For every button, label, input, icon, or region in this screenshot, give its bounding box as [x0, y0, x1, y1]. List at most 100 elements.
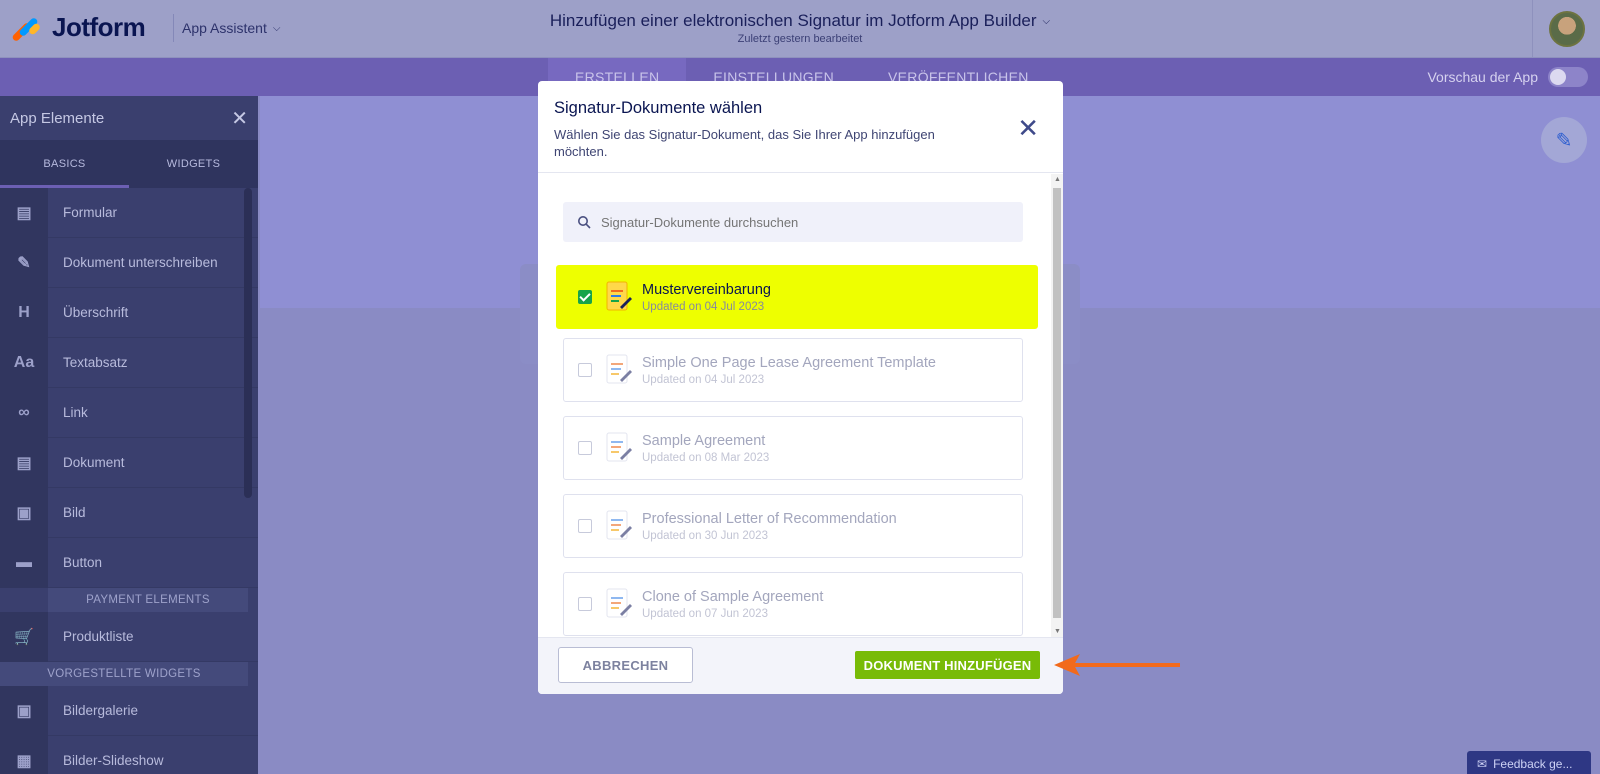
- sidebar-item-label: Textabsatz: [63, 355, 128, 370]
- button-icon: ▬: [0, 537, 48, 588]
- cart-icon: 🛒: [0, 611, 48, 662]
- add-document-button[interactable]: DOKUMENT HINZUFÜGEN: [855, 651, 1040, 679]
- app-title-text: Hinzufügen einer elektronischen Signatur…: [549, 11, 1037, 30]
- document-checkbox[interactable]: [578, 519, 592, 533]
- scrollbar-thumb[interactable]: [1053, 188, 1061, 618]
- app-title[interactable]: Hinzufügen einer elektronischen Signatur…: [550, 11, 1050, 31]
- sidebar-item-dokument-unterschreiben[interactable]: ✎ Dokument unterschreiben: [0, 237, 258, 288]
- document-checkbox[interactable]: [578, 290, 592, 304]
- preview-label: Vorschau der App: [1427, 69, 1538, 85]
- image-icon: ▣: [0, 487, 48, 538]
- document-checkbox[interactable]: [578, 597, 592, 611]
- signature-document-icon: [606, 588, 632, 618]
- sidebar-item-bildergalerie[interactable]: ▣ Bildergalerie: [0, 685, 258, 736]
- app-elements-sidebar: App Elemente ✕ BASICS WIDGETS ▤ Formular…: [0, 96, 258, 774]
- signature-document-icon: [606, 432, 632, 462]
- sidebar-item-link[interactable]: ∞ Link: [0, 387, 258, 438]
- sidebar-item-label: Button: [63, 555, 103, 570]
- modal-description: Wählen Sie das Signatur-Dokument, das Si…: [554, 127, 935, 159]
- document-item[interactable]: Simple One Page Lease Agreement Template…: [563, 338, 1023, 402]
- document-checkbox[interactable]: [578, 363, 592, 377]
- jotform-logo-icon: [11, 15, 42, 42]
- app-preview-control: Vorschau der App: [1427, 67, 1588, 87]
- preview-toggle[interactable]: [1548, 67, 1588, 87]
- search-icon: [578, 216, 591, 229]
- search-input[interactable]: [601, 214, 1001, 230]
- chevron-down-icon: ⌵: [1042, 15, 1051, 27]
- sidebar-item-button[interactable]: ▬ Button: [0, 537, 258, 588]
- cancel-button[interactable]: ABBRECHEN: [558, 647, 693, 683]
- signature-document-icon: [606, 510, 632, 540]
- jotform-logo[interactable]: Jotform: [11, 12, 146, 43]
- document-name: Clone of Sample Agreement: [642, 588, 824, 605]
- sidebar-item-bild[interactable]: ▣ Bild: [0, 487, 258, 538]
- app-assistant-dropdown[interactable]: App Assistent ⌵: [173, 14, 288, 42]
- feedback-icon: ✉: [1477, 757, 1488, 771]
- paragraph-icon: Aa: [0, 337, 48, 388]
- sidebar-scrollbar[interactable]: [244, 188, 252, 498]
- document-icon: ▤: [0, 437, 48, 488]
- annotation-arrow-icon: [1054, 654, 1180, 676]
- select-signature-documents-modal: Signatur-Dokumente wählen Wählen Sie das…: [538, 81, 1063, 694]
- app-designer-button[interactable]: ✎: [1541, 117, 1587, 163]
- chevron-down-icon: ⌵: [272, 22, 281, 34]
- top-bar: Jotform App Assistent ⌵ Hinzufügen einer…: [0, 0, 1600, 58]
- document-name: Mustervereinbarung: [642, 281, 771, 298]
- sidebar-title: App Elemente: [10, 109, 105, 127]
- slideshow-icon: ▦: [0, 735, 48, 774]
- feedback-label: Feedback ge...: [1493, 757, 1573, 771]
- paint-roller-icon: ✎: [1555, 129, 1573, 152]
- sidebar-item-dokument[interactable]: ▤ Dokument: [0, 437, 258, 488]
- document-item[interactable]: Mustervereinbarung Updated on 04 Jul 202…: [556, 265, 1038, 329]
- sidebar-item-label: Bilder-Slideshow: [63, 753, 164, 768]
- close-icon[interactable]: ✕: [1017, 115, 1039, 141]
- section-payment-elements: PAYMENT ELEMENTS: [48, 588, 248, 612]
- form-icon: ▤: [0, 187, 48, 238]
- document-item[interactable]: Clone of Sample Agreement Updated on 07 …: [563, 572, 1023, 636]
- heading-icon: H: [0, 287, 48, 338]
- document-item[interactable]: Sample Agreement Updated on 08 Mar 2023: [563, 416, 1023, 480]
- document-checkbox[interactable]: [578, 441, 592, 455]
- document-date: Updated on 08 Mar 2023: [642, 451, 770, 464]
- sidebar-item-label: Dokument: [63, 455, 125, 470]
- modal-title: Signatur-Dokumente wählen: [554, 99, 763, 117]
- sidebar-item-bilder-slideshow[interactable]: ▦ Bilder-Slideshow: [0, 735, 258, 774]
- sidebar-item-label: Link: [63, 405, 88, 420]
- app-assistant-label: App Assistent: [182, 20, 267, 36]
- avatar-container[interactable]: [1532, 0, 1600, 58]
- document-name: Simple One Page Lease Agreement Template: [642, 354, 936, 371]
- sidebar-item-label: Produktliste: [63, 629, 134, 644]
- sidebar-item-ueberschrift[interactable]: H Überschrift: [0, 287, 258, 338]
- document-date: Updated on 04 Jul 2023: [642, 373, 765, 386]
- logo-text: Jotform: [52, 12, 146, 42]
- signature-document-icon: [606, 281, 632, 311]
- modal-scrollbar[interactable]: ▲ ▼: [1051, 174, 1063, 637]
- document-name: Sample Agreement: [642, 432, 766, 449]
- close-icon[interactable]: ✕: [231, 106, 248, 131]
- sidebar-item-produktliste[interactable]: 🛒 Produktliste: [0, 611, 258, 662]
- tab-widgets[interactable]: WIDGETS: [129, 140, 258, 188]
- tab-basics[interactable]: BASICS: [0, 140, 129, 188]
- modal-footer: ABBRECHEN DOKUMENT HINZUFÜGEN: [538, 637, 1063, 694]
- document-date: Updated on 30 Jun 2023: [642, 529, 768, 542]
- document-item[interactable]: Professional Letter of Recommendation Up…: [563, 494, 1023, 558]
- scroll-up-icon[interactable]: ▲: [1054, 176, 1061, 183]
- search-field[interactable]: [563, 202, 1023, 242]
- sidebar-item-label: Dokument unterschreiben: [63, 255, 218, 270]
- sign-document-icon: ✎: [0, 237, 48, 288]
- avatar[interactable]: [1548, 11, 1585, 47]
- sidebar-item-label: Bild: [63, 505, 86, 520]
- link-icon: ∞: [0, 387, 48, 438]
- section-featured-widgets: VORGESTELLTE WIDGETS: [0, 662, 248, 686]
- document-name: Professional Letter of Recommendation: [642, 510, 897, 527]
- sidebar-item-label: Überschrift: [63, 305, 129, 320]
- signature-document-icon: [606, 354, 632, 384]
- sidebar-item-label: Bildergalerie: [63, 703, 139, 718]
- sidebar-item-textabsatz[interactable]: Aa Textabsatz: [0, 337, 258, 388]
- scroll-down-icon[interactable]: ▼: [1054, 628, 1061, 635]
- sidebar-item-label: Formular: [63, 205, 118, 220]
- feedback-button[interactable]: ✉ Feedback ge...: [1467, 751, 1591, 774]
- document-date: Updated on 04 Jul 2023: [642, 300, 765, 313]
- gallery-icon: ▣: [0, 685, 48, 736]
- sidebar-item-formular[interactable]: ▤ Formular: [0, 187, 258, 238]
